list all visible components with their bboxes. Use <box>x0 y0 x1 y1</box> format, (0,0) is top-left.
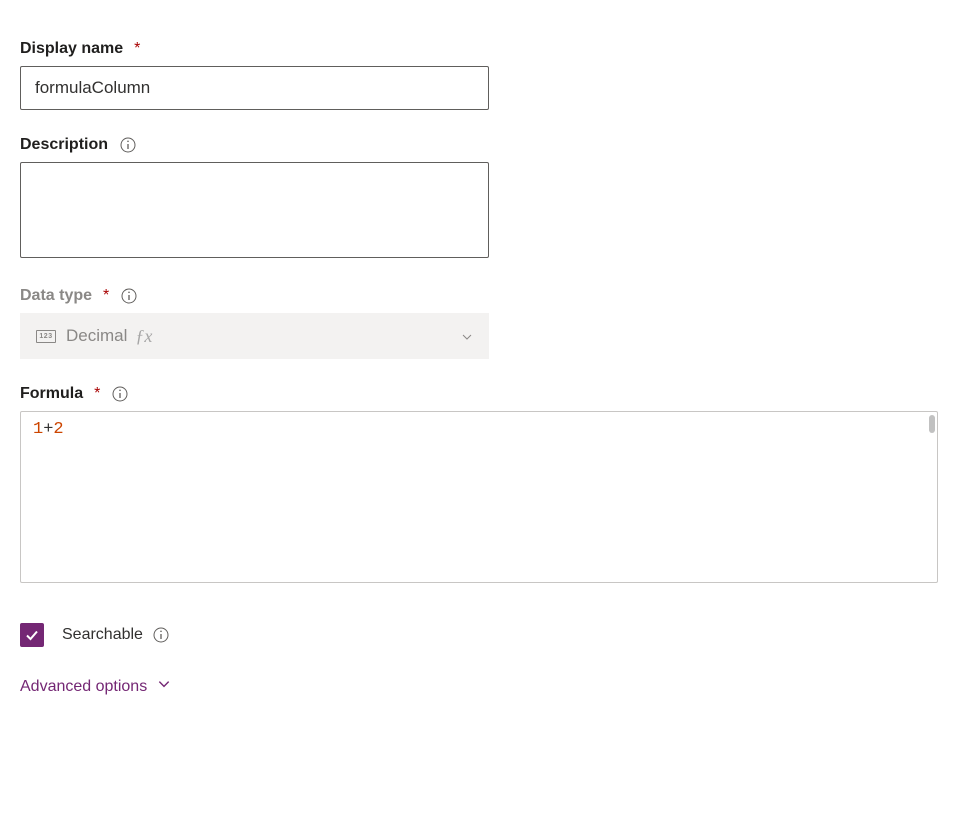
formula-token-number: 2 <box>53 420 63 439</box>
scrollbar-thumb[interactable] <box>929 415 935 433</box>
chevron-down-icon <box>157 677 171 696</box>
display-name-label: Display name <box>20 40 123 58</box>
fx-icon: ƒx <box>135 326 152 347</box>
display-name-input[interactable] <box>20 66 489 110</box>
display-name-field: Display name * <box>20 40 955 110</box>
info-icon[interactable] <box>153 627 169 643</box>
info-icon[interactable] <box>120 137 136 153</box>
chevron-down-icon <box>461 330 473 342</box>
description-label-row: Description <box>20 136 955 154</box>
formula-label: Formula <box>20 385 83 403</box>
description-label: Description <box>20 136 108 154</box>
info-icon[interactable] <box>112 386 128 402</box>
number-type-icon: 123 <box>36 330 56 343</box>
description-field: Description <box>20 136 955 261</box>
advanced-options-toggle[interactable]: Advanced options <box>20 677 955 696</box>
formula-token-number: 1 <box>33 420 43 439</box>
searchable-checkbox[interactable] <box>20 623 44 647</box>
data-type-label-row: Data type * <box>20 287 955 305</box>
info-icon[interactable] <box>121 288 137 304</box>
data-type-field: Data type * 123 Decimal ƒx <box>20 287 955 359</box>
data-type-value: Decimal <box>66 326 127 346</box>
required-indicator: * <box>134 40 140 58</box>
formula-editor[interactable]: 1+2 <box>20 411 938 583</box>
data-type-dropdown: 123 Decimal ƒx <box>20 313 489 359</box>
advanced-options-label: Advanced options <box>20 678 147 696</box>
formula-label-row: Formula * <box>20 385 955 403</box>
display-name-label-row: Display name * <box>20 40 955 58</box>
formula-token-operator: + <box>43 420 53 439</box>
required-indicator: * <box>94 385 100 403</box>
description-input[interactable] <box>20 162 489 258</box>
required-indicator: * <box>103 287 109 305</box>
searchable-row: Searchable <box>20 623 955 647</box>
searchable-label: Searchable <box>62 626 143 644</box>
data-type-label: Data type <box>20 287 92 305</box>
formula-field: Formula * 1+2 <box>20 385 955 583</box>
